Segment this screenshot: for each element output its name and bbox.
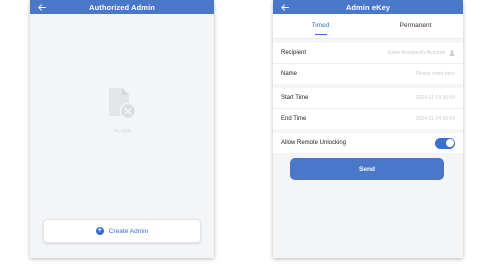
authorized-admin-screen: Authorized Admin No Data + Create Admin [30,0,214,258]
tab-bar: Timed Permanent [273,14,463,39]
create-admin-label: Create Admin [108,227,149,235]
recipient-input[interactable]: Enter Recipient's Account [388,50,455,56]
app-bar: Admin eKey [273,0,463,14]
start-time-label: Start Time [281,95,309,101]
tab-permanent[interactable]: Permanent [368,14,463,38]
recipient-row[interactable]: Recipient Enter Recipient's Account [273,43,463,64]
tab-timed[interactable]: Timed [273,14,368,38]
no-data-file-icon [109,88,137,120]
toggle-knob [445,139,454,147]
empty-state: No Data [30,86,214,133]
name-input[interactable]: Please enter here [416,71,455,77]
remote-unlock-toggle[interactable] [435,137,455,149]
end-time-label: End Time [281,116,307,122]
remote-group: Allow Remote Unlocking [273,133,463,153]
admin-ekey-screen: Admin eKey Timed Permanent Recipient Ent… [273,0,463,258]
active-tab-indicator [314,33,327,35]
name-row[interactable]: Name Please enter here [273,64,463,84]
page-title: Admin eKey [345,2,391,12]
back-arrow-icon[interactable] [38,0,46,14]
plus-circle-icon: + [95,227,104,235]
back-arrow-icon[interactable] [281,0,289,14]
recipient-group: Recipient Enter Recipient's Account Name… [273,43,463,84]
app-bar: Authorized Admin [30,0,214,14]
remote-unlock-label: Allow Remote Unlocking [281,140,347,146]
start-time-row[interactable]: Start Time 2024-11-19 16:04 [273,88,463,109]
empty-text: No Data [113,128,131,133]
name-label: Name [281,71,298,77]
create-admin-button[interactable]: + Create Admin [43,219,201,243]
recipient-placeholder: Enter Recipient's Account [388,50,445,56]
send-button[interactable]: Send [290,158,444,180]
time-group: Start Time 2024-11-19 16:04 End Time 202… [273,88,463,129]
remote-unlock-row: Allow Remote Unlocking [273,133,463,153]
recipient-label: Recipient [281,50,307,56]
start-time-value[interactable]: 2024-11-19 16:04 [416,95,455,101]
tab-timed-label: Timed [311,22,330,29]
page-title: Authorized Admin [89,2,155,12]
person-icon[interactable] [449,50,455,56]
end-time-row[interactable]: End Time 2024-11-24 16:04 [273,109,463,129]
end-time-value[interactable]: 2024-11-24 16:04 [416,116,455,122]
tab-permanent-label: Permanent [399,22,432,29]
